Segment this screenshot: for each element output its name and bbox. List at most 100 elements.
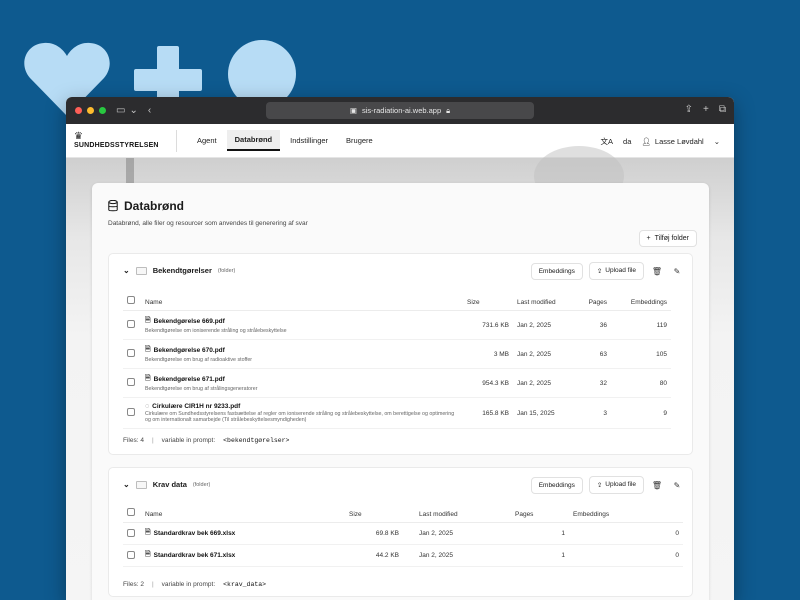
tab-brugere[interactable]: Brugere — [338, 131, 381, 150]
file-name[interactable]: Cirkulære CIR1H nr 9233.pdf — [152, 403, 240, 410]
file-name[interactable]: Bekendgørelse 671.pdf — [154, 376, 225, 383]
folder-name: Bekendtgørelser — [152, 266, 212, 275]
close-window-button[interactable] — [75, 107, 82, 114]
file-description: Bekendtgørelse om ioniserende stråling o… — [145, 328, 287, 334]
edit-icon[interactable]: ✎ — [670, 481, 684, 490]
column-name[interactable]: Name — [141, 504, 345, 523]
table-row[interactable]: 🗎︎ Bekendgørelse 669.pdf Bekendtgørelse om… — [123, 310, 671, 340]
crown-icon: ♛ — [74, 131, 83, 142]
row-checkbox[interactable] — [127, 408, 135, 416]
chevron-down-icon[interactable]: ⌄ — [714, 137, 720, 146]
column-name[interactable]: Name — [141, 292, 463, 311]
chevron-down-icon[interactable]: ⌄ — [123, 480, 130, 489]
row-checkbox[interactable] — [127, 378, 135, 386]
user-menu[interactable]: Lasse Løvdahl — [655, 137, 704, 146]
files-table: Name Size Last modified Pages Embeddings… — [123, 292, 671, 429]
upload-file-label: Upload file — [605, 481, 636, 488]
file-modified: Jan 2, 2025 — [513, 310, 573, 340]
brand-logo[interactable]: ♛ SUNDHEDSSTYRELSEN — [74, 131, 172, 150]
file-description: Bekendtgørelse om brug af strålingsgener… — [145, 386, 258, 392]
edit-icon[interactable]: ✎ — [670, 267, 684, 276]
files-count: Files: 4 — [123, 437, 144, 444]
back-icon[interactable]: ‹ — [148, 105, 151, 116]
prompt-variable: <bekendtgørelser> — [223, 437, 290, 444]
file-modified: Jan 15, 2025 — [513, 397, 573, 429]
chevron-down-icon[interactable]: ⌄ — [123, 266, 130, 275]
column-last-modified[interactable]: Last modified — [513, 292, 573, 311]
minimize-window-button[interactable] — [87, 107, 94, 114]
add-folder-label: Tilføj folder — [654, 235, 689, 242]
file-name[interactable]: Standardkrav bek 669.xlsx — [154, 530, 236, 537]
embeddings-button[interactable]: Embeddings — [530, 262, 583, 280]
translate-icon[interactable]: 文A — [601, 136, 614, 147]
select-all-checkbox[interactable] — [127, 296, 135, 304]
brand-name: SUNDHEDSSTYRELSEN — [74, 142, 159, 149]
column-embeddings[interactable]: Embeddings — [569, 504, 683, 523]
tab-databrond[interactable]: Databrønd — [226, 130, 281, 151]
tab-indstillinger[interactable]: Indstillinger — [282, 131, 336, 150]
app-nav: ♛ SUNDHEDSSTYRELSEN Agent Databrønd Inds… — [66, 124, 734, 158]
share-icon[interactable]: ⇪ — [685, 104, 693, 115]
table-header: Name Size Last modified Pages Embeddings — [123, 292, 671, 311]
file-size: 3 MB — [463, 339, 513, 369]
column-embeddings[interactable]: Embeddings — [611, 292, 671, 311]
file-icon: 🗎︎ — [145, 317, 151, 324]
file-modified: Jan 2, 2025 — [403, 522, 511, 545]
address-bar[interactable]: ▣ sis-radiation-ai.web.app 🔒︎ — [266, 102, 534, 119]
chevron-down-icon[interactable]: ⌄ — [129, 105, 137, 116]
row-checkbox[interactable] — [127, 550, 135, 559]
folder-panel: ⌄ Krav data (folder) Embeddings ⇪ Upload … — [108, 467, 693, 597]
file-name[interactable]: Bekendgørelse 670.pdf — [154, 347, 225, 354]
file-name[interactable]: Standardkrav bek 671.xlsx — [154, 552, 236, 559]
page-title: Databrønd — [124, 199, 184, 213]
language-selector[interactable]: da — [623, 137, 631, 146]
file-description: Cirkulære om Sundhedsstyrelsens fastsætt… — [145, 411, 455, 423]
variable-label: variable in prompt: — [161, 581, 216, 588]
column-size[interactable]: Size — [463, 292, 513, 311]
table-row[interactable]: 🗎︎ Standardkrav bek 669.xlsx 69.8 KB Jan … — [123, 522, 683, 545]
column-last-modified[interactable]: Last modified — [403, 504, 511, 523]
file-embeddings: 9 — [611, 397, 671, 429]
add-folder-button[interactable]: + Tilføj folder — [638, 230, 697, 247]
browser-toolbar: ▭ ⌄ ‹ ▣ sis-radiation-ai.web.app 🔒︎ ⇪ + … — [66, 97, 734, 124]
upload-file-button[interactable]: ⇪ Upload file — [588, 262, 644, 280]
new-tab-icon[interactable]: + — [703, 104, 709, 115]
select-all-checkbox[interactable] — [127, 508, 135, 516]
sidebar-toggle-icon[interactable]: ▭ — [116, 105, 125, 116]
trash-icon[interactable]: 🗑︎ — [650, 481, 664, 490]
upload-file-button[interactable]: ⇪ Upload file — [588, 476, 644, 494]
browser-window: ▭ ⌄ ‹ ▣ sis-radiation-ai.web.app 🔒︎ ⇪ + … — [66, 97, 734, 600]
table-row[interactable]: ◌ Cirkulære CIR1H nr 9233.pdf Cirkulære om… — [123, 397, 671, 429]
user-icon: 👤︎ — [641, 137, 651, 146]
file-name[interactable]: Bekendgørelse 669.pdf — [154, 318, 225, 325]
loading-icon: ◌ — [145, 403, 150, 410]
table-row[interactable]: 🗎︎ Standardkrav bek 671.xlsx 44.2 KB Jan … — [123, 544, 683, 567]
tabs-overview-icon[interactable]: ⧉ — [719, 104, 726, 115]
page-subtitle: Databrønd, alle filer og resourcer som a… — [108, 220, 308, 227]
column-size[interactable]: Size — [345, 504, 403, 523]
folder-icon — [135, 480, 147, 489]
files-table: Name Size Last modified Pages Embeddings… — [123, 504, 683, 567]
embeddings-button[interactable]: Embeddings — [530, 476, 583, 494]
file-size: 165.8 KB — [463, 397, 513, 429]
file-modified: Jan 2, 2025 — [403, 544, 511, 567]
row-checkbox[interactable] — [127, 528, 135, 537]
trash-icon[interactable]: 🗑︎ — [650, 267, 664, 276]
file-size: 44.2 KB — [345, 544, 403, 567]
folder-footer: Files: 2 | variable in prompt: <krav_dat… — [123, 581, 267, 588]
file-pages: 1 — [511, 522, 569, 545]
row-checkbox[interactable] — [127, 320, 135, 328]
column-pages[interactable]: Pages — [573, 292, 611, 311]
databrond-card: Databrønd Databrønd, alle filer og resou… — [92, 183, 709, 600]
table-row[interactable]: 🗎︎ Bekendgørelse 671.pdf Bekendtgørelse om… — [123, 368, 671, 398]
file-pages: 32 — [573, 368, 611, 398]
column-pages[interactable]: Pages — [511, 504, 569, 523]
file-embeddings: 80 — [611, 368, 671, 398]
table-row[interactable]: 🗎︎ Bekendgørelse 670.pdf Bekendtgørelse om… — [123, 339, 671, 369]
maximize-window-button[interactable] — [99, 107, 106, 114]
file-size: 731.6 KB — [463, 310, 513, 340]
folder-name: Krav data — [152, 480, 187, 489]
file-pages: 36 — [573, 310, 611, 340]
tab-agent[interactable]: Agent — [189, 131, 225, 150]
row-checkbox[interactable] — [127, 349, 135, 357]
